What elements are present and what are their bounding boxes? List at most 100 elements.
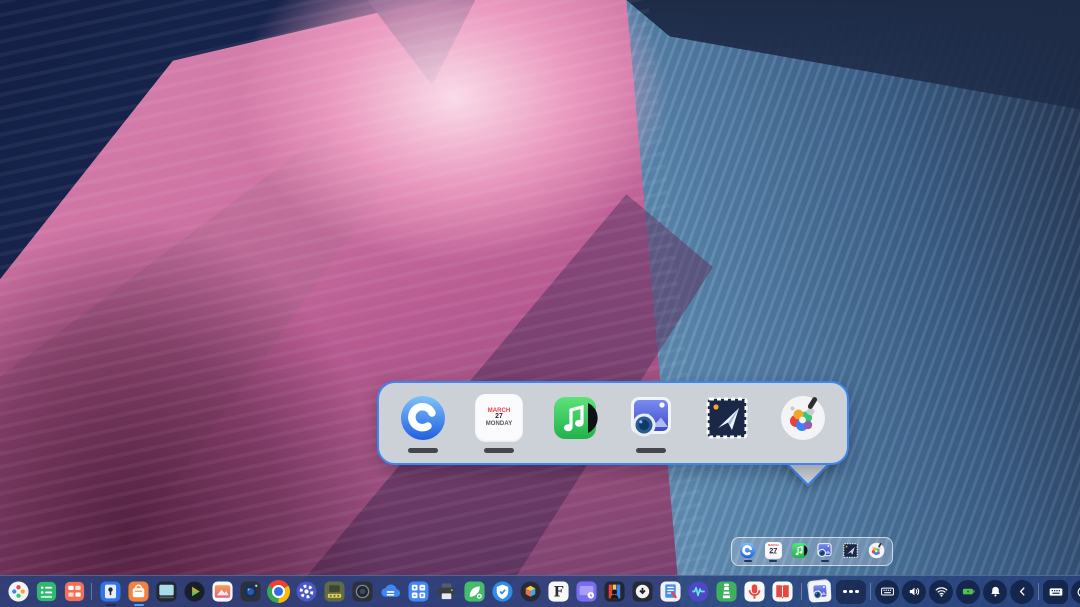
app-icon-file-manager[interactable] [98,578,123,606]
separator [91,583,92,600]
window-card-front [808,580,832,603]
app-icon-settings[interactable] [294,578,319,606]
mini-dock: MARCH 27 MONDAY [731,537,893,566]
running-indicator [847,560,855,562]
input-method-icon [1048,584,1064,600]
running-indicator [133,603,144,606]
app-icon-feedback[interactable] [602,578,627,606]
app-icon-launcher[interactable] [6,578,31,606]
running-indicator [788,448,818,453]
music-icon [551,394,599,442]
separator [1038,583,1039,600]
app-icon-cloud-disk[interactable] [378,578,403,606]
draw-icon [779,394,827,442]
mini-dock-app-browser[interactable] [739,542,756,562]
app-icon-terminal[interactable] [154,578,179,606]
calendar-icon: MARCH 27 MONDAY [475,393,523,442]
taskbar-active-section [806,578,866,604]
app-icon-printer[interactable] [434,578,459,606]
browser-icon [399,394,447,442]
mini-dock-items: MARCH 27 MONDAY [732,541,892,562]
tray-notifications-button[interactable] [983,579,1007,604]
app-icon-system-monitor[interactable] [462,578,487,606]
dock-app-music[interactable] [551,394,599,453]
mini-dock-app-calendar[interactable]: MARCH 27 MONDAY [764,541,782,562]
dot [849,589,853,594]
app-icon-camera[interactable] [238,578,263,606]
calendar-icon: MARCH 27 MONDAY [475,393,523,442]
app-icon-recorder[interactable] [742,578,767,606]
chrome-icon [267,579,290,603]
app-icon-device-manager[interactable] [518,578,543,606]
app-icon-album[interactable] [210,578,235,606]
taskbar-system-section [1043,579,1080,604]
running-indicator [820,559,829,562]
running-indicator [743,559,752,562]
app-icon-assistant[interactable] [714,578,739,606]
tray-wifi-button[interactable] [929,579,953,604]
separator [870,583,871,600]
tray-volume-button[interactable] [902,579,926,604]
dock-app-browser[interactable] [399,394,447,453]
wallpaper [0,0,1080,607]
dot [855,589,859,594]
app-icon-toolbox[interactable] [322,578,347,606]
image-viewer-icon [627,394,675,442]
app-icon-voice-notes[interactable] [686,578,711,606]
running-indicator [105,603,116,606]
tray-onscreen-keyboard-button[interactable] [875,579,899,604]
draw-icon [868,542,885,559]
app-icon-downloader[interactable] [630,578,655,606]
app-icon-app-store[interactable] [126,578,151,606]
music-icon [791,542,808,559]
power-icon [1075,584,1080,600]
app-icon-manual[interactable] [770,578,795,606]
volume-icon [907,584,922,599]
taskbar: F [0,575,1080,607]
window-group-image-viewer-group[interactable] [806,578,833,604]
dock-app-draw[interactable] [779,394,827,453]
app-icon-remote-assistance[interactable] [574,578,599,606]
app-icon-multitasking-view[interactable] [34,578,59,606]
app-icon-font-manager[interactable]: F [546,578,571,606]
dock-app-image-viewer[interactable] [627,394,675,453]
mini-dock-app-image-viewer[interactable] [816,542,833,562]
app-icon-chrome[interactable] [266,578,291,606]
popup-dock-items: MARCH 27 MONDAY [379,393,847,453]
separator [801,583,802,600]
dock-app-calendar[interactable]: MARCH 27 MONDAY [475,393,523,453]
app-icon-movie[interactable] [182,578,207,606]
tray-collapse-button[interactable] [1010,579,1034,604]
dock-group-popup: MARCH 27 MONDAY [377,381,849,465]
tray-battery-button[interactable] [956,579,980,604]
onscreen-keyboard-icon [880,584,895,599]
wifi-icon [934,584,949,599]
app-icon-security-center[interactable] [490,578,515,606]
running-indicator [408,447,438,453]
battery-icon [961,584,976,599]
app-icon-calculator[interactable] [406,578,431,606]
overflow-button-collapsed-apps[interactable] [836,579,866,604]
browser-icon [739,542,756,559]
notifications-icon [988,584,1003,599]
mail-icon [703,394,751,442]
taskbar-launcher-section [6,578,87,606]
mini-dock-app-draw[interactable] [868,542,885,562]
app-icon-app-grid[interactable] [62,578,87,606]
running-indicator [712,448,742,453]
mini-dock-app-mail[interactable] [842,542,859,562]
running-indicator [560,448,590,453]
mini-dock-app-music[interactable] [791,542,808,562]
image-viewer-icon [811,582,830,601]
system-input-method-button[interactable] [1043,579,1068,604]
system-power-button[interactable] [1071,579,1080,604]
svg-text:F: F [554,584,564,600]
mail-icon [842,542,859,559]
taskbar-apps-section: F [98,578,795,606]
calendar-icon: MARCH 27 MONDAY [764,541,782,559]
dot [843,589,847,594]
app-icon-screenshot[interactable] [350,578,375,606]
running-indicator [636,447,666,453]
app-icon-text-editor[interactable] [658,578,683,606]
dock-app-mail[interactable] [703,394,751,453]
